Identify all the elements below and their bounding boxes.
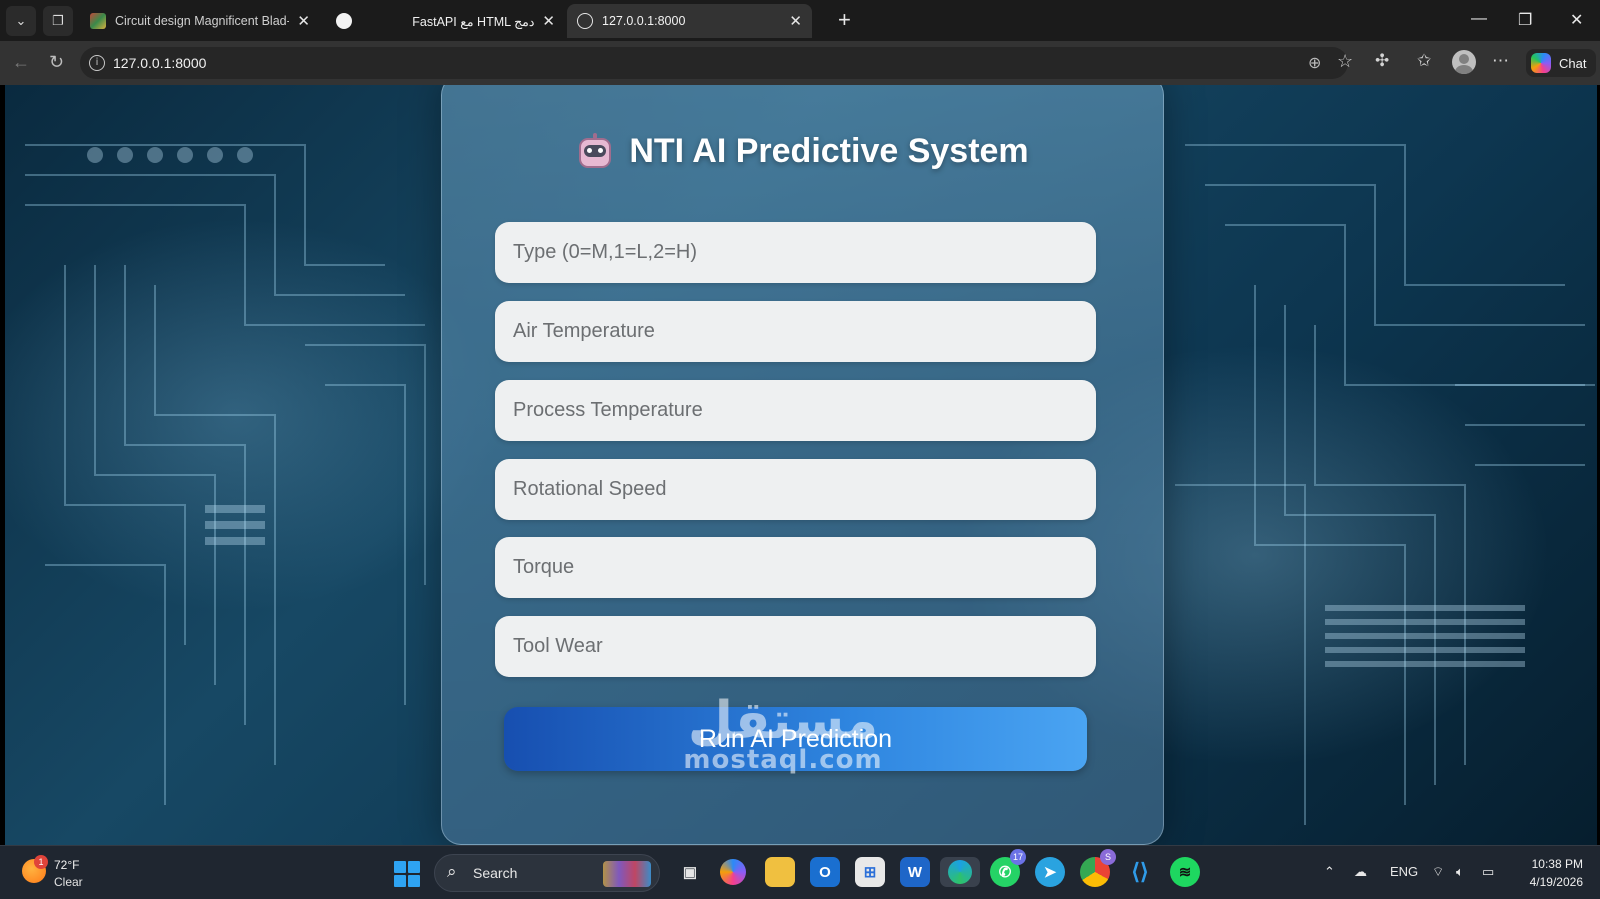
tab-list-button[interactable]: ⌄ xyxy=(6,6,36,36)
close-window-icon[interactable]: ✕ xyxy=(1570,10,1583,30)
clock-time: 10:38 PM xyxy=(1531,857,1583,871)
address-bar[interactable]: i 127.0.0.1:8000 ⊕ ☆ xyxy=(80,47,1353,79)
language-indicator[interactable]: ENG xyxy=(1390,864,1418,879)
taskbar-search[interactable]: ⌕ Search xyxy=(434,854,660,892)
chrome-profile-badge: S xyxy=(1100,849,1116,865)
telegram-icon[interactable]: ➤ xyxy=(1035,857,1065,887)
back-icon[interactable]: ← xyxy=(12,51,30,73)
tab-chatgpt[interactable] xyxy=(326,4,358,38)
copilot-app-icon[interactable] xyxy=(720,859,746,885)
process-temperature-input[interactable] xyxy=(495,380,1096,441)
clock-date: 4/19/2026 xyxy=(1529,875,1583,889)
edge-browser-icon[interactable] xyxy=(940,857,980,887)
close-icon[interactable]: ✕ xyxy=(297,12,310,30)
weather-condition: Clear xyxy=(54,875,83,889)
restore-icon[interactable]: ❐ xyxy=(1518,10,1532,30)
onedrive-cloud-icon[interactable]: ☁ xyxy=(1354,864,1367,880)
volume-icon[interactable]: 🔈︎ xyxy=(1456,864,1464,880)
new-tab-button[interactable]: + xyxy=(838,9,851,31)
type-input[interactable] xyxy=(495,222,1096,283)
weather-badge: 1 xyxy=(34,855,48,869)
zoom-icon[interactable]: ⊕ xyxy=(1308,53,1321,73)
watermark-arabic: مستقل xyxy=(687,691,879,751)
weather-widget[interactable]: 1 72°F Clear xyxy=(22,855,122,893)
favorites-icon[interactable]: ✩ xyxy=(1417,51,1431,71)
word-icon[interactable]: W xyxy=(900,857,930,887)
show-hidden-icons-chevron-up-icon[interactable]: ⌃ xyxy=(1324,864,1335,880)
browser-tab-bar: ⌄ ❐ Circuit design Magnificent Blad-Ea ✕… xyxy=(0,0,1600,41)
outlook-icon[interactable]: O xyxy=(810,857,840,887)
close-icon[interactable]: ✕ xyxy=(789,12,802,30)
whatsapp-badge: 17 xyxy=(1010,849,1026,865)
file-explorer-icon[interactable] xyxy=(765,857,795,887)
workspaces-button[interactable]: ❐ xyxy=(43,6,73,36)
page-title: NTI AI Predictive System xyxy=(629,132,1029,170)
favorite-star-icon[interactable]: ☆ xyxy=(1337,51,1353,72)
tab-fastapi-html[interactable]: FastAPI مع HTML دمج ✕ xyxy=(360,4,565,38)
windows-taskbar: 1 72°F Clear ⌕ Search ▣ O ⊞ W ✆ 17 ➤ S ⟨… xyxy=(0,845,1600,899)
task-view-icon[interactable]: ▣ xyxy=(675,857,705,887)
tab-title: FastAPI مع HTML دمج xyxy=(412,14,535,29)
tab-localhost[interactable]: 127.0.0.1:8000 ✕ xyxy=(567,4,812,38)
url-text: 127.0.0.1:8000 xyxy=(113,55,207,71)
chat-label: Chat xyxy=(1559,55,1587,71)
search-icon: ⌕ xyxy=(447,862,457,881)
workspaces-icon: ❐ xyxy=(52,13,64,28)
air-temperature-input[interactable] xyxy=(495,301,1096,362)
tab-title: 127.0.0.1:8000 xyxy=(602,14,686,28)
tab-title: Circuit design Magnificent Blad-Ea xyxy=(115,14,290,28)
rotational-speed-input[interactable] xyxy=(495,459,1096,520)
close-icon[interactable]: ✕ xyxy=(542,12,555,30)
refresh-icon[interactable]: ↻ xyxy=(49,51,64,73)
search-highlight-image xyxy=(603,861,651,887)
extensions-icon[interactable]: ✣ xyxy=(1375,51,1389,71)
site-info-icon[interactable]: i xyxy=(89,55,105,71)
avatar[interactable] xyxy=(1452,50,1476,74)
robot-icon xyxy=(576,132,614,171)
openai-favicon-icon xyxy=(336,13,352,29)
minimize-icon[interactable]: — xyxy=(1471,10,1487,28)
spotify-icon[interactable]: ≋ xyxy=(1170,857,1200,887)
microsoft-store-icon[interactable]: ⊞ xyxy=(855,857,885,887)
more-icon[interactable]: ⋯ xyxy=(1492,51,1509,71)
battery-icon[interactable]: ▭ xyxy=(1482,864,1494,880)
page-title-row: NTI AI Predictive System xyxy=(442,132,1163,171)
image-favicon-icon xyxy=(90,13,106,29)
copilot-chat-button[interactable]: Chat xyxy=(1526,49,1596,77)
wifi-icon[interactable]: ⌔ xyxy=(1432,864,1444,880)
vscode-icon[interactable]: ⟨⟩ xyxy=(1125,857,1155,887)
globe-icon xyxy=(577,13,593,29)
copilot-icon xyxy=(1531,53,1551,73)
start-button[interactable] xyxy=(394,861,420,887)
chevron-down-icon: ⌄ xyxy=(15,13,27,28)
torque-input[interactable] xyxy=(495,537,1096,598)
tab-circuit-design[interactable]: Circuit design Magnificent Blad-Ea ✕ xyxy=(80,4,320,38)
watermark-latin: mostaql.com xyxy=(683,745,883,775)
search-label: Search xyxy=(473,865,518,881)
weather-temperature: 72°F xyxy=(54,858,80,872)
tool-wear-input[interactable] xyxy=(495,616,1096,677)
taskbar-clock[interactable]: 10:38 PM 4/19/2026 xyxy=(1503,855,1583,891)
navigation-bar: ← ↻ i 127.0.0.1:8000 ⊕ ☆ ✣ ✩ ⋯ Chat xyxy=(0,41,1600,85)
watermark: مستقل mostaql.com xyxy=(683,693,883,775)
